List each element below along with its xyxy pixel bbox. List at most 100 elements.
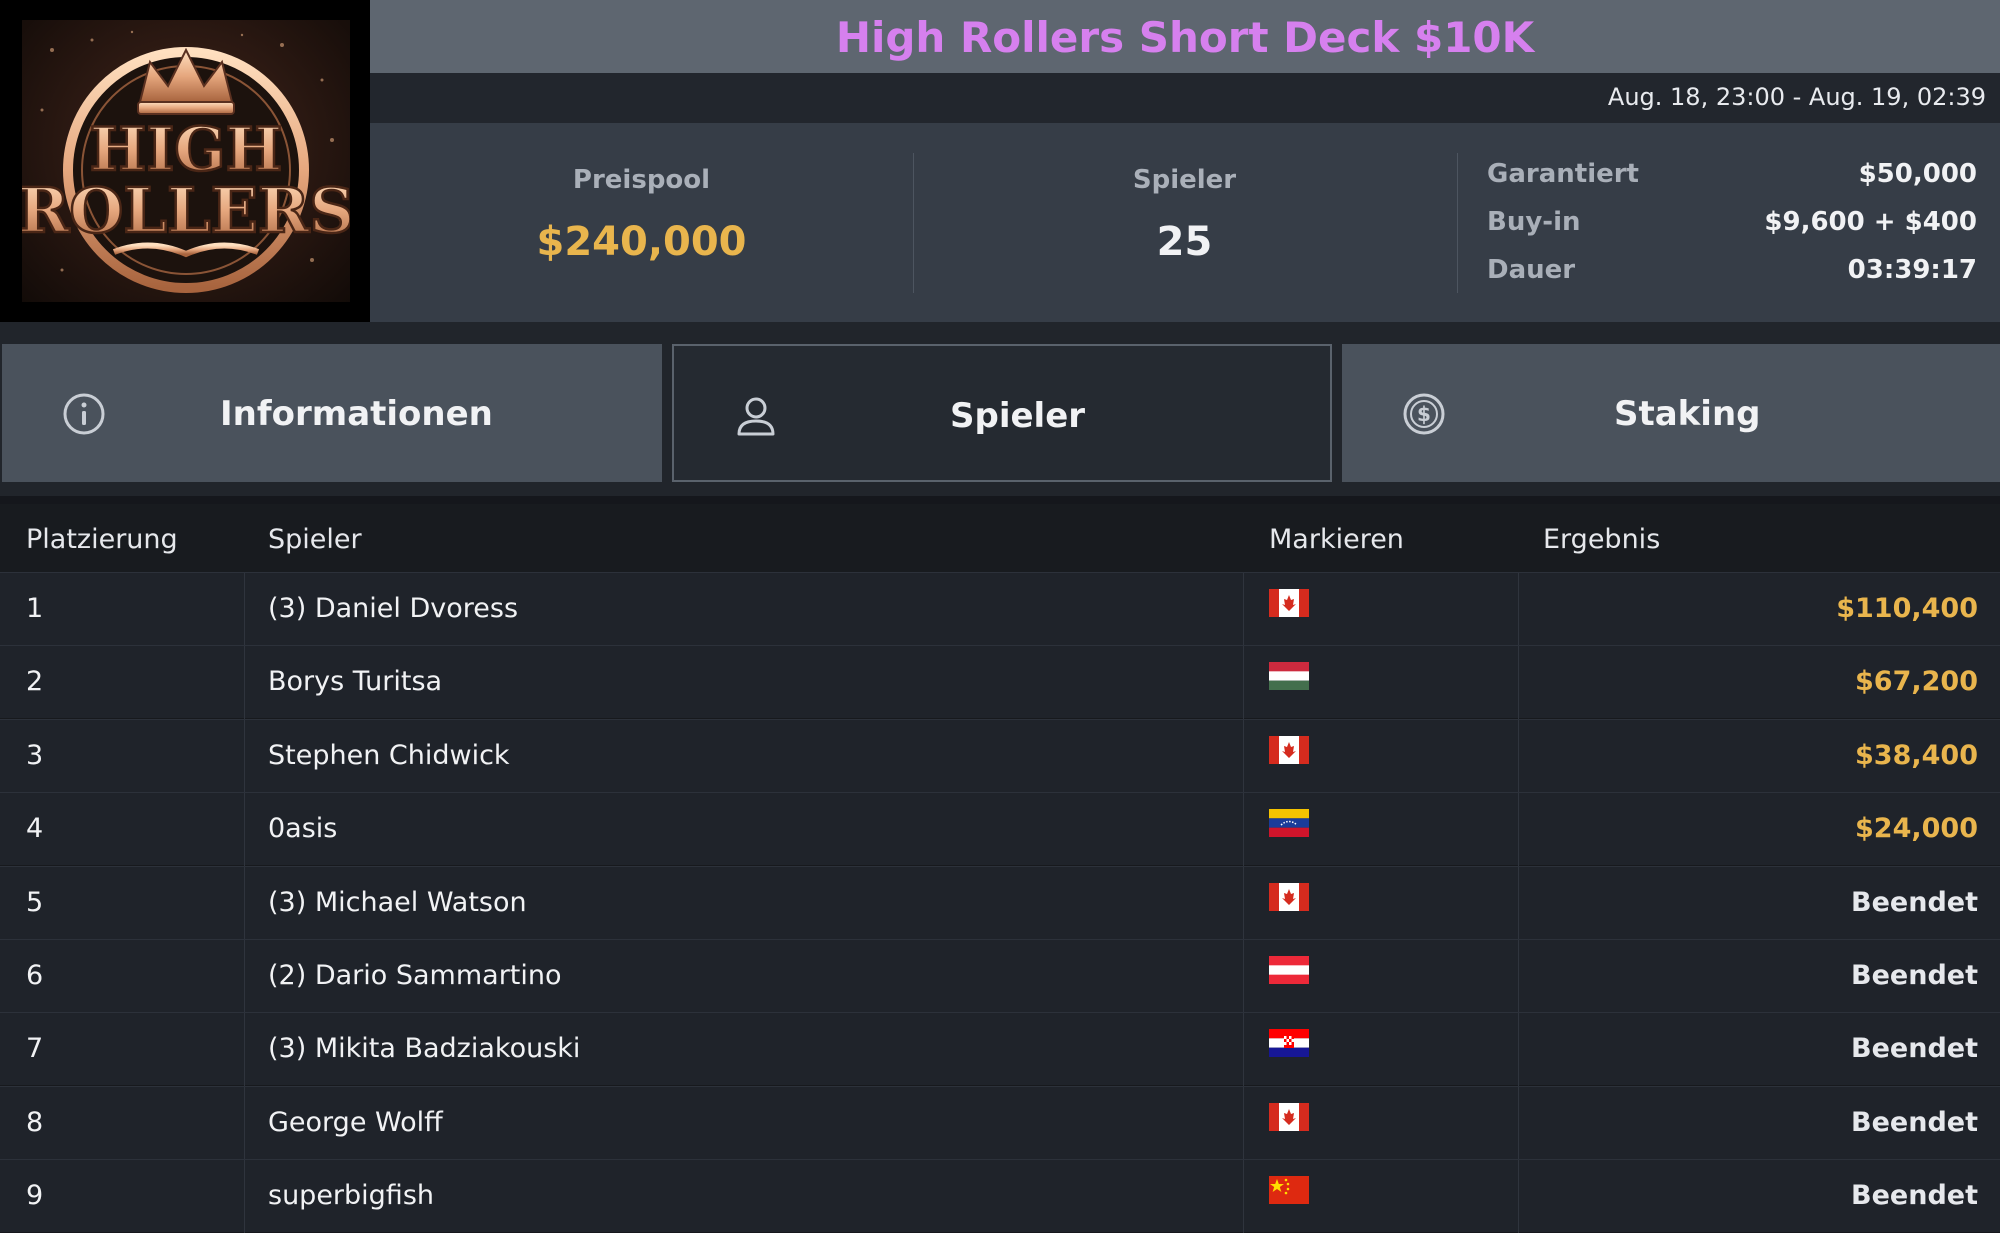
- table-row[interactable]: 8 George Wolff Beendet: [0, 1085, 2000, 1160]
- table-row[interactable]: 4 0asis $24,000: [0, 792, 2000, 867]
- row-result: $24,000: [1855, 813, 1978, 845]
- tournament-date-range: Aug. 18, 23:00 - Aug. 19, 02:39: [1607, 83, 1986, 111]
- info-icon: [63, 393, 105, 435]
- row-place: 2: [26, 666, 44, 698]
- row-player-name[interactable]: (3) Michael Watson: [268, 867, 527, 939]
- row-place: 1: [26, 593, 44, 624]
- user-icon: [737, 397, 775, 436]
- detail-value: $50,000: [1858, 159, 1977, 189]
- table-row[interactable]: 5 (3) Michael Watson Beendet: [0, 865, 2000, 940]
- table-row[interactable]: 3 Stephen Chidwick $38,400: [0, 718, 2000, 793]
- row-result: Beendet: [1851, 1180, 1978, 1212]
- prize-pool-value: $240,000: [536, 219, 747, 265]
- table-row[interactable]: 9 superbigfish Beendet: [0, 1159, 2000, 1233]
- tab-staking[interactable]: $ Staking: [1342, 344, 2000, 482]
- canada-flag-icon: [1269, 589, 1309, 617]
- column-divider: [244, 1086, 245, 1160]
- tournament-logo: HIGH ROLLERS: [0, 0, 370, 322]
- column-divider: [1518, 940, 1519, 1013]
- row-player-name[interactable]: Stephen Chidwick: [268, 720, 510, 792]
- column-divider: [1518, 646, 1519, 720]
- tab-informationen[interactable]: Informationen: [2, 344, 662, 482]
- detail-guaranteed: Garantiert $50,000: [1487, 159, 1977, 199]
- column-divider: [1518, 1013, 1519, 1087]
- tab-label: Staking: [1614, 394, 1761, 434]
- detail-value: $9,600 + $400: [1764, 207, 1977, 237]
- tab-label: Informationen: [220, 394, 493, 434]
- row-result: Beendet: [1851, 1106, 1978, 1138]
- column-divider: [244, 793, 245, 867]
- table-row[interactable]: 2 Borys Turitsa $67,200: [0, 645, 2000, 720]
- header-flag[interactable]: Markieren: [1269, 524, 1404, 555]
- row-player-name[interactable]: Borys Turitsa: [268, 646, 442, 718]
- detail-buy-in: Buy-in $9,600 + $400: [1487, 207, 1977, 247]
- column-divider: [244, 866, 245, 940]
- column-divider: [1518, 573, 1519, 646]
- column-divider: [1243, 1160, 1244, 1233]
- column-divider: [1243, 719, 1244, 793]
- row-result: Beendet: [1851, 960, 1978, 991]
- stat-divider: [1457, 153, 1458, 293]
- tab-spieler[interactable]: Spieler: [672, 344, 1332, 482]
- row-player-name[interactable]: (3) Daniel Dvoress: [268, 573, 518, 645]
- row-place: 9: [26, 1180, 44, 1212]
- results-table: Platzierung Spieler Markieren Ergebnis 1…: [0, 504, 2000, 1233]
- row-place: 3: [26, 739, 44, 771]
- column-divider: [1518, 1160, 1519, 1233]
- column-divider: [244, 1160, 245, 1233]
- canada-flag-icon: [1269, 883, 1309, 911]
- canada-flag-icon: [1269, 736, 1309, 764]
- detail-label: Buy-in: [1487, 207, 1581, 237]
- china-flag-icon: [1269, 1176, 1309, 1204]
- detail-duration: Dauer 03:39:17: [1487, 255, 1977, 295]
- canada-flag-icon: [1269, 1103, 1309, 1131]
- column-divider: [244, 573, 245, 646]
- row-player-name[interactable]: 0asis: [268, 793, 337, 865]
- column-divider: [1243, 793, 1244, 867]
- row-place: 4: [26, 813, 44, 845]
- row-place: 7: [26, 1033, 44, 1065]
- hungary-flag-icon: [1269, 662, 1309, 690]
- row-player-name[interactable]: (2) Dario Sammartino: [268, 940, 562, 1012]
- svg-text:$: $: [1417, 402, 1431, 426]
- dollar-coin-icon: $: [1403, 393, 1445, 435]
- row-result: $110,400: [1836, 593, 1978, 624]
- table-row[interactable]: 1 (3) Daniel Dvoress $110,400: [0, 572, 2000, 646]
- column-divider: [1243, 573, 1244, 646]
- row-result: $38,400: [1855, 739, 1978, 771]
- detail-label: Dauer: [1487, 255, 1576, 285]
- column-divider: [1243, 1013, 1244, 1087]
- header-result[interactable]: Ergebnis: [1543, 524, 1660, 555]
- detail-value: 03:39:17: [1847, 255, 1977, 285]
- row-player-name[interactable]: George Wolff: [268, 1087, 443, 1159]
- row-result: $67,200: [1855, 666, 1978, 698]
- row-place: 8: [26, 1106, 44, 1138]
- prize-pool-label: Preispool: [572, 165, 711, 195]
- tournament-title: High Rollers Short Deck $10K: [370, 0, 2000, 73]
- header-place[interactable]: Platzierung: [26, 524, 178, 555]
- row-player-name[interactable]: superbigfish: [268, 1160, 434, 1232]
- column-divider: [244, 719, 245, 793]
- column-divider: [244, 1013, 245, 1087]
- column-divider: [1243, 940, 1244, 1013]
- row-place: 6: [26, 960, 44, 991]
- row-place: 5: [26, 886, 44, 918]
- croatia-flag-icon: [1269, 1029, 1309, 1057]
- column-divider: [244, 646, 245, 720]
- row-player-name[interactable]: (3) Mikita Badziakouski: [268, 1013, 580, 1085]
- column-divider: [1518, 793, 1519, 867]
- header-player[interactable]: Spieler: [268, 524, 362, 555]
- table-row[interactable]: 6 (2) Dario Sammartino Beendet: [0, 939, 2000, 1013]
- venezuela-flag-icon: [1269, 809, 1309, 837]
- column-divider: [1518, 719, 1519, 793]
- column-divider: [1518, 866, 1519, 940]
- detail-label: Garantiert: [1487, 159, 1639, 189]
- austria-flag-icon: [1269, 956, 1309, 984]
- column-divider: [1243, 1086, 1244, 1160]
- players-label: Spieler: [1132, 165, 1237, 195]
- tournament-summary: Preispool $240,000 Spieler 25 Garantiert…: [370, 123, 2000, 322]
- tab-label: Spieler: [950, 396, 1086, 436]
- column-divider: [244, 940, 245, 1013]
- date-bar: Aug. 18, 23:00 - Aug. 19, 02:39: [370, 73, 2000, 123]
- table-row[interactable]: 7 (3) Mikita Badziakouski Beendet: [0, 1012, 2000, 1087]
